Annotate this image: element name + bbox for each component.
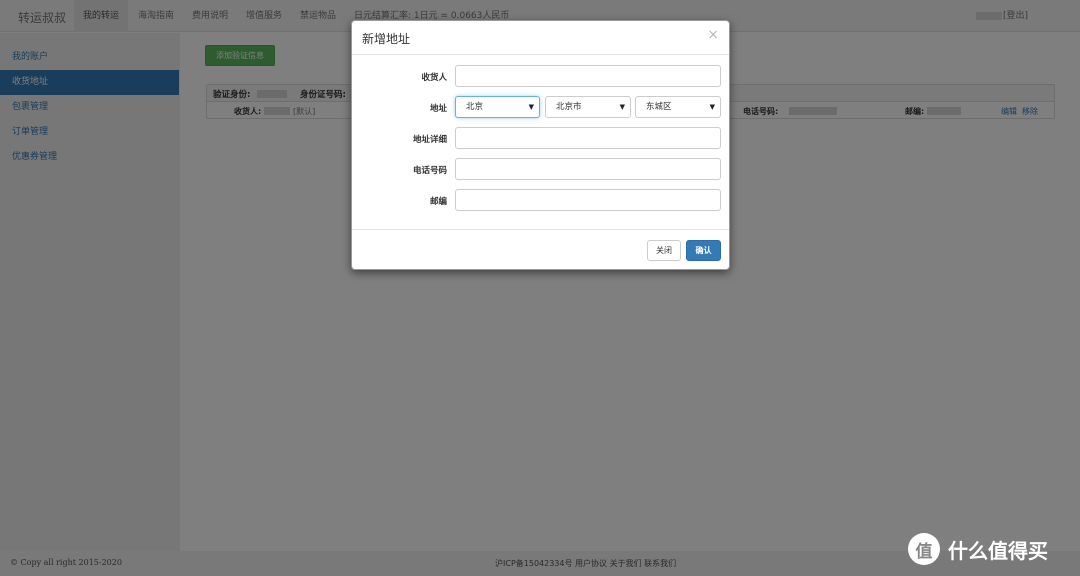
chevron-down-icon: ▼ [528,103,534,111]
watermark: 值 什么值得买 [908,531,1048,567]
receiver-input[interactable] [455,65,721,87]
address-detail-input[interactable] [455,127,721,149]
address-field-label: 地址 [429,104,447,114]
chevron-down-icon: ▼ [709,103,715,111]
modal-title: 新增地址 [362,32,411,46]
modal-header: 新增地址 × [352,21,729,55]
chevron-down-icon: ▼ [619,103,625,111]
city-select[interactable]: 北京市 ▼ [545,96,631,118]
district-select[interactable]: 东城区 ▼ [635,96,721,118]
close-icon[interactable]: × [707,27,719,43]
postcode-input[interactable] [455,189,721,211]
watermark-logo: 值 [908,533,940,565]
address-detail-label: 地址详细 [412,135,447,145]
postcode-field-label: 邮编 [429,197,447,207]
receiver-field-label: 收货人 [421,73,447,83]
modal-footer-divider [352,229,729,230]
close-button[interactable]: 关闭 [647,240,681,261]
phone-field-label: 电话号码 [412,166,447,176]
province-select[interactable]: 北京 ▼ [455,96,540,118]
add-address-modal: 新增地址 × 收货人 地址 北京 ▼ 北京市 ▼ 东城区 ▼ 地址详细 电话号码… [351,20,730,270]
province-value: 北京 [466,102,484,112]
watermark-text: 什么值得买 [948,538,1048,563]
phone-input[interactable] [455,158,721,180]
confirm-button[interactable]: 确认 [686,240,721,261]
district-value: 东城区 [646,102,672,112]
city-value: 北京市 [556,102,582,112]
